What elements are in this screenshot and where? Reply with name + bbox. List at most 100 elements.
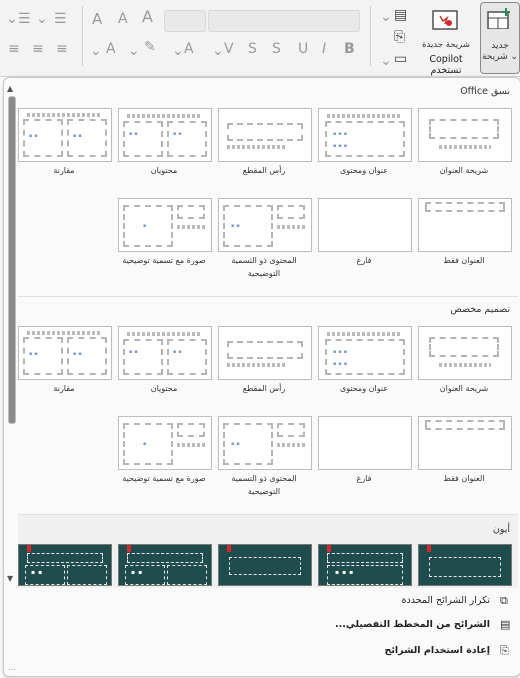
theme-layout-thumbnail[interactable]: ▪▪ xyxy=(18,544,112,586)
layout-dropdown-icon[interactable]: ⌄ xyxy=(380,10,392,24)
layout-name: مقارنة xyxy=(53,166,75,175)
layout-name: محتويان xyxy=(150,384,178,393)
layout-preview: ▪▪ ▪▪ xyxy=(18,108,112,162)
layout-name: مقارنة xyxy=(53,384,75,393)
layout-preview: ▪▪ ▪▪ xyxy=(118,108,212,162)
layout-name: العنوان فقط xyxy=(443,474,485,483)
reuse-icon: ⎘ xyxy=(500,644,509,657)
align-center-icon[interactable]: ≡ xyxy=(32,42,44,56)
italic-icon[interactable]: I xyxy=(322,42,326,56)
new-slide-gallery: ▲ ▼ نسق Office شريحة العنوان ▪▪▪ ▪▪▪ عنوان … xyxy=(3,77,520,677)
layout-name: فارغ xyxy=(356,474,372,483)
duplicate-slides-item[interactable]: ⧉ تكرار الشرائح المحددة xyxy=(254,592,514,612)
clear-formatting-icon[interactable]: A xyxy=(92,12,102,27)
numbering-icon[interactable]: ☰ xyxy=(18,12,31,26)
character-spacing-icon[interactable]: V xyxy=(224,42,234,56)
scroll-down-icon[interactable]: ▼ xyxy=(7,574,13,583)
section-dropdown-icon[interactable]: ⌄ xyxy=(380,54,392,68)
scroll-up-icon[interactable]: ▲ xyxy=(7,84,13,93)
layout-name: شريحة العنوان xyxy=(439,166,489,175)
highlight-icon[interactable]: ✎ xyxy=(144,40,156,54)
vertical-scrollbar[interactable]: ▲ ▼ xyxy=(6,84,16,588)
decrease-font-icon[interactable]: A xyxy=(118,12,128,26)
layout-name: شريحة العنوان xyxy=(439,384,489,393)
theme-layout-thumbnail[interactable] xyxy=(418,544,512,586)
ribbon: ⌄ ☰ ⌄ ☰ ≡ ≡ ≡ A A A ⌄ A ⌄ ✎ ⌄ A ⌄ V S S … xyxy=(0,0,520,77)
layout-preview xyxy=(318,416,412,470)
bold-icon[interactable]: B xyxy=(344,42,355,56)
layout-gallery: نسق Office شريحة العنوان ▪▪▪ ▪▪▪ عنوان ومحت… xyxy=(18,82,518,588)
strikethrough-icon[interactable]: S xyxy=(248,42,257,56)
layout-preview: ▪ xyxy=(118,416,212,470)
layout-name: المحتوى ذو التسمية التوضيحية xyxy=(231,474,297,496)
layout-name: صورة مع تسمية توضيحية xyxy=(122,256,206,265)
bullets-dropdown-icon[interactable]: ⌄ xyxy=(6,12,18,26)
reset-icon[interactable]: ⎘ xyxy=(394,30,405,44)
copilot-slide-icon xyxy=(432,10,458,30)
layout-preview: ▪▪▪ ▪▪▪ xyxy=(318,326,412,380)
layout-name: صورة مع تسمية توضيحية xyxy=(122,474,206,483)
numbering-dropdown-icon[interactable]: ⌄ xyxy=(36,12,48,26)
new-slide-icon xyxy=(487,8,510,29)
theme-layout-thumbnail[interactable] xyxy=(218,544,312,586)
copilot-slide-button[interactable]: شريحة جديدة Copilot تستخدم xyxy=(416,4,476,76)
copilot-slide-label-1: شريحة جديدة xyxy=(422,40,470,50)
highlight-dropdown-icon[interactable]: ⌄ xyxy=(128,44,140,58)
layout-name: عنوان ومحتوى xyxy=(339,384,389,393)
layout-preview xyxy=(218,326,312,380)
layout-preview: ▪▪▪ ▪▪▪ xyxy=(318,108,412,162)
outline-icon: ▤ xyxy=(500,618,511,631)
shadow-icon[interactable]: S xyxy=(272,42,281,56)
section-icon[interactable]: ▭ xyxy=(394,52,407,66)
layout-preview: ▪ xyxy=(118,198,212,252)
new-slide-button[interactable]: جديد شريحة ⌄ xyxy=(480,2,520,74)
layout-preview: ▪▪ xyxy=(218,416,312,470)
spacing-dropdown-icon[interactable]: ⌄ xyxy=(212,44,224,58)
new-slide-label: جديد شريحة ⌄ xyxy=(481,41,519,62)
layout-preview xyxy=(418,326,512,380)
slides-from-outline-label: الشرائح من المخطط التفصيلي... xyxy=(335,619,490,630)
layout-preview xyxy=(418,108,512,162)
resize-grip-icon[interactable]: ⋯ xyxy=(8,665,16,674)
copilot-slide-label-2: Copilot تستخدم xyxy=(429,54,463,76)
section-title-ion: أيون xyxy=(492,524,510,535)
ribbon-divider xyxy=(82,6,83,66)
scrollbar-thumb[interactable] xyxy=(8,96,16,424)
layout-preview xyxy=(418,198,512,252)
underline-icon[interactable]: U xyxy=(298,42,308,56)
font-size-box[interactable] xyxy=(164,10,206,32)
layout-preview: ▪▪ ▪▪ xyxy=(18,326,112,380)
layout-preview xyxy=(318,198,412,252)
layout-preview: ▪▪ ▪▪ xyxy=(118,326,212,380)
layout-preview xyxy=(218,108,312,162)
duplicate-slides-label: تكرار الشرائح المحددة xyxy=(401,595,490,606)
font-color-icon[interactable]: A xyxy=(106,42,116,56)
theme-layout-thumbnail[interactable]: ▪▪▪ xyxy=(318,544,412,586)
increase-font-icon[interactable]: A xyxy=(142,9,153,25)
layout-preview: ▪▪ xyxy=(218,198,312,252)
layout-name: رأس المقطع xyxy=(242,166,286,175)
layout-icon[interactable]: ▤ xyxy=(394,8,407,22)
layout-name: العنوان فقط xyxy=(443,256,485,265)
align-left-icon[interactable]: ≡ xyxy=(56,42,68,56)
reuse-slides-label: إعادة استخدام الشرائح xyxy=(384,645,490,656)
reuse-slides-item[interactable]: ⎘ إعادة استخدام الشرائح xyxy=(254,642,514,662)
layout-name: عنوان ومحتوى xyxy=(339,166,389,175)
font-color-dropdown-icon[interactable]: ⌄ xyxy=(90,44,102,58)
layout-name: رأس المقطع xyxy=(242,384,286,393)
duplicate-icon: ⧉ xyxy=(500,594,508,607)
section-separator xyxy=(18,296,518,297)
case-dropdown-icon[interactable]: ⌄ xyxy=(172,44,184,58)
layout-preview xyxy=(418,416,512,470)
layout-name: فارغ xyxy=(356,256,372,265)
layout-name: محتويان xyxy=(150,166,178,175)
theme-layout-thumbnail[interactable]: ▪▪ xyxy=(118,544,212,586)
section-title-office: نسق Office xyxy=(460,86,510,97)
ribbon-divider xyxy=(370,6,371,66)
align-right-icon[interactable]: ≡ xyxy=(8,42,20,56)
slides-from-outline-item[interactable]: ▤ الشرائح من المخطط التفصيلي... xyxy=(254,616,514,636)
change-case-icon[interactable]: A xyxy=(184,42,194,56)
list-icon[interactable]: ☰ xyxy=(54,12,67,26)
section-title-custom: تصميم مخصص xyxy=(450,304,510,315)
font-name-box[interactable] xyxy=(208,10,360,32)
